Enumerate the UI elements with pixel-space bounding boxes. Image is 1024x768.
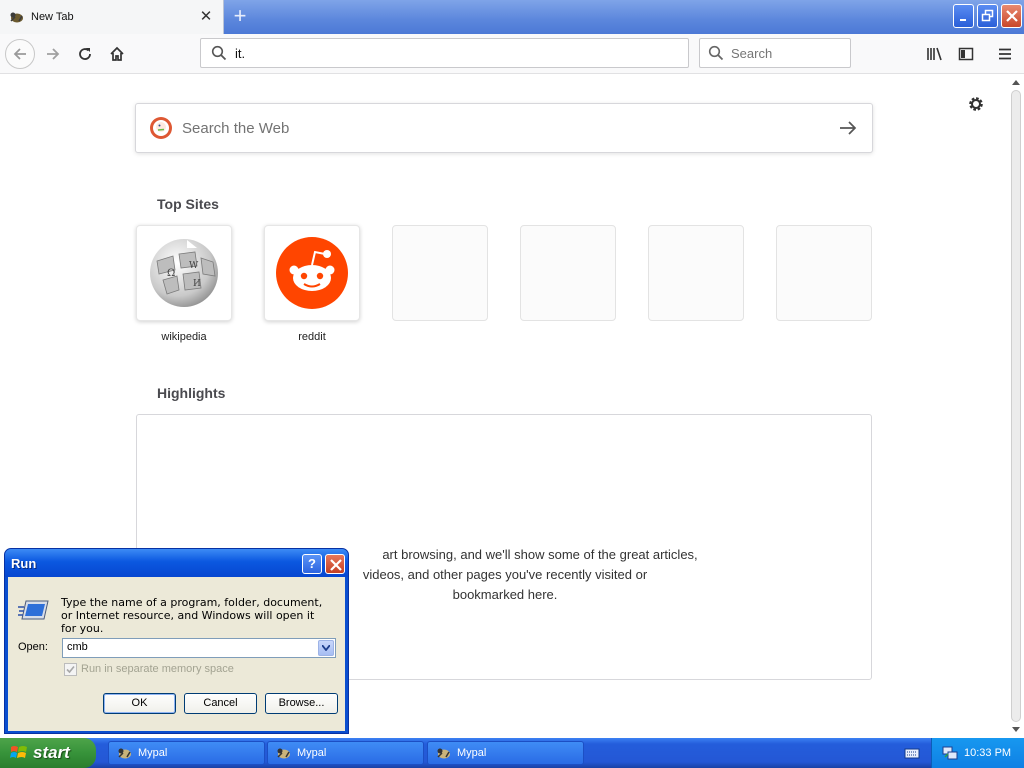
open-label: Open: (18, 641, 48, 653)
clock: 10:33 PM (964, 747, 1012, 759)
svg-text:W: W (189, 261, 199, 271)
wikipedia-globe-icon: Ω W И (150, 239, 218, 307)
ok-button[interactable]: OK (103, 693, 176, 714)
reddit-alien-icon (276, 237, 348, 309)
scroll-up-arrow[interactable] (1008, 74, 1024, 90)
taskbar-button-mypal[interactable]: Mypal (108, 741, 265, 765)
browse-button[interactable]: Browse... (265, 693, 338, 714)
close-tab-icon[interactable]: ✕ (199, 9, 213, 24)
tab-title: New Tab (31, 11, 74, 23)
system-tray: 10:33 PM (931, 738, 1024, 768)
windows-flag-icon (10, 746, 27, 758)
open-input[interactable]: cmb (67, 641, 88, 653)
restore-button[interactable] (977, 4, 998, 28)
back-arrow-icon (13, 48, 26, 60)
url-input[interactable]: it. (235, 46, 245, 61)
run-dialog-body: Type the name of a program, folder, docu… (8, 577, 345, 731)
taskbar: start Mypal Mypal Mypal 10:33 PM (0, 738, 1024, 768)
top-site-tile-empty (776, 225, 872, 321)
mypal-icon (277, 748, 290, 759)
mypal-icon (437, 748, 450, 759)
scroll-down-arrow[interactable] (1008, 722, 1024, 738)
close-icon (330, 559, 342, 571)
start-label: start (33, 743, 70, 762)
close-icon (1006, 10, 1018, 22)
reload-button[interactable] (70, 39, 100, 69)
close-window-button[interactable] (1001, 4, 1022, 28)
back-button[interactable] (5, 39, 35, 69)
separate-memory-checkbox[interactable] (64, 663, 77, 676)
reload-icon (79, 48, 91, 60)
top-site-label: wikipedia (161, 331, 207, 343)
chevron-down-icon (1012, 727, 1020, 732)
navigation-toolbar: it. Search (0, 34, 1024, 74)
tab-strip: New Tab ✕ + (0, 0, 1024, 34)
chevron-up-icon (1012, 80, 1020, 85)
run-dialog-title: Run (11, 556, 37, 571)
forward-arrow-icon (47, 48, 60, 60)
mypal-favicon-icon (10, 12, 23, 23)
top-site-label: reddit (298, 331, 326, 343)
new-tab-button[interactable]: + (228, 5, 252, 29)
sidebar-button[interactable] (951, 39, 981, 69)
taskbar-button-mypal[interactable]: Mypal (427, 741, 584, 765)
sidebar-icon (958, 47, 974, 61)
start-button[interactable]: start (0, 738, 96, 768)
top-site-tile-empty (392, 225, 488, 321)
run-dialog: Run ? Type the name of a program, folder… (4, 548, 349, 734)
run-dialog-titlebar[interactable]: Run ? (5, 549, 348, 577)
combobox-dropdown-button[interactable] (318, 640, 334, 656)
web-search-box[interactable]: Search the Web (135, 103, 873, 153)
library-icon (927, 47, 942, 61)
restore-icon (981, 9, 994, 22)
svg-text:И: И (193, 279, 201, 289)
close-dialog-button[interactable] (325, 554, 345, 574)
minimize-icon (960, 19, 966, 21)
checkmark-icon (66, 665, 75, 674)
scrollbar-thumb[interactable] (1011, 90, 1021, 722)
search-icon (211, 45, 227, 61)
gear-icon[interactable] (966, 94, 986, 114)
help-button[interactable]: ? (302, 554, 322, 574)
top-site-tile-empty (520, 225, 616, 321)
top-site-tile-wikipedia[interactable]: Ω W И (136, 225, 232, 321)
library-button[interactable] (920, 39, 950, 69)
home-icon (110, 46, 124, 61)
minimize-button[interactable] (953, 4, 974, 28)
task-label: Mypal (457, 747, 487, 759)
keyboard-icon[interactable] (904, 746, 920, 760)
web-search-placeholder: Search the Web (182, 119, 290, 137)
top-site-tile-empty (648, 225, 744, 321)
home-button[interactable] (102, 39, 132, 69)
tab-new-tab[interactable]: New Tab ✕ (0, 0, 224, 34)
search-bar[interactable]: Search (699, 38, 851, 68)
search-placeholder: Search (731, 45, 773, 61)
run-program-icon (18, 600, 49, 620)
duckduckgo-logo-icon (150, 117, 172, 139)
network-icon[interactable] (942, 745, 958, 761)
vertical-scrollbar[interactable] (1008, 74, 1024, 738)
separate-memory-label: Run in separate memory space (81, 663, 234, 675)
search-icon (708, 45, 724, 61)
menu-button[interactable] (990, 39, 1020, 69)
top-sites-heading: Top Sites (157, 196, 219, 212)
top-site-tile-reddit[interactable] (264, 225, 360, 321)
svg-text:Ω: Ω (167, 268, 175, 279)
mypal-icon (118, 748, 131, 759)
open-combobox[interactable]: cmb (62, 638, 336, 658)
arrow-right-icon[interactable] (839, 120, 857, 136)
url-bar[interactable]: it. (200, 38, 689, 68)
taskbar-button-mypal[interactable]: Mypal (267, 741, 424, 765)
hamburger-menu-icon (999, 48, 1011, 60)
forward-button[interactable] (38, 39, 68, 69)
cancel-button[interactable]: Cancel (184, 693, 257, 714)
run-description: Type the name of a program, folder, docu… (61, 596, 323, 635)
chevron-down-icon (322, 645, 330, 651)
highlights-heading: Highlights (157, 385, 226, 401)
task-label: Mypal (138, 747, 168, 759)
task-label: Mypal (297, 747, 327, 759)
